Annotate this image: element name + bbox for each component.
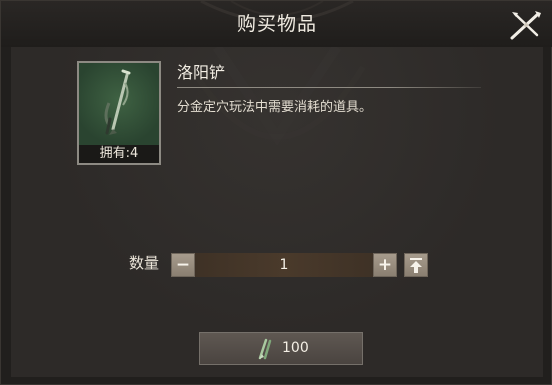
- luoyang-shovel-icon: [104, 69, 131, 135]
- max-quantity-button[interactable]: [404, 253, 428, 277]
- name-divider: [177, 87, 481, 88]
- decrease-quantity-button[interactable]: −: [171, 253, 195, 277]
- plus-icon: +: [377, 255, 393, 275]
- dialog-title: 购买物品: [236, 13, 317, 35]
- content-panel: 拥有:4 洛阳铲 分金定穴玩法中需要消耗的道具。 数量 − 1 + 100: [11, 47, 543, 377]
- quantity-label: 数量: [129, 254, 160, 272]
- max-up-arrow-icon: [410, 258, 422, 273]
- owned-count: 拥有:4: [79, 145, 159, 163]
- item-name: 洛阳铲: [177, 63, 226, 82]
- item-image: [79, 63, 159, 145]
- item-description: 分金定穴玩法中需要消耗的道具。: [177, 100, 373, 115]
- purchase-dialog: 购买物品 拥有:4 洛阳铲 分金定穴玩法中需要消耗的道具。 数量 − 1 + 1…: [0, 0, 552, 385]
- close-button[interactable]: [509, 9, 543, 41]
- currency-icon: [258, 338, 272, 360]
- close-x-icon: [510, 11, 541, 40]
- quantity-value[interactable]: 1: [195, 253, 373, 277]
- dialog-header: 购买物品: [1, 1, 552, 47]
- buy-button[interactable]: 100: [199, 332, 363, 365]
- increase-quantity-button[interactable]: +: [373, 253, 397, 277]
- buy-price: 100: [282, 340, 309, 356]
- minus-icon: −: [175, 255, 191, 275]
- item-card: 拥有:4: [77, 61, 161, 165]
